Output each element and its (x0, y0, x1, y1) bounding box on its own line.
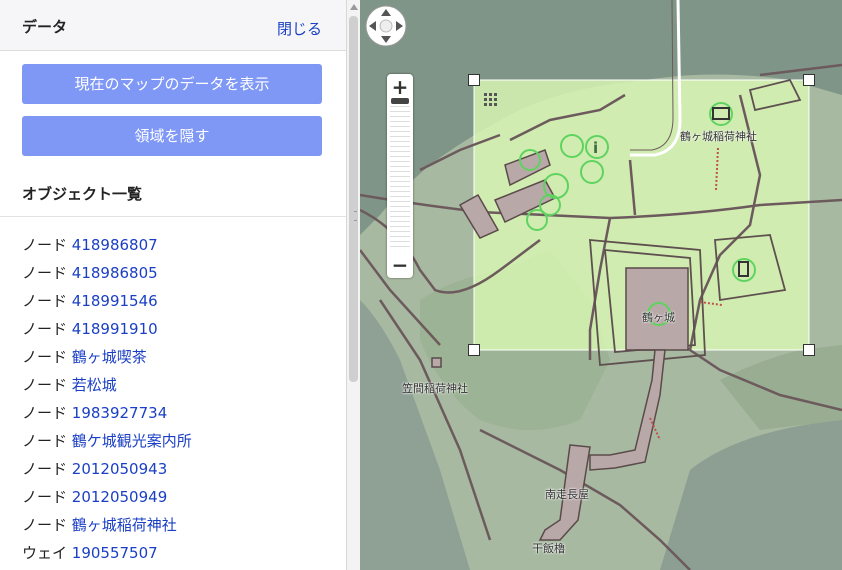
object-type: ノード (22, 404, 68, 422)
zoom-control: + − (387, 74, 413, 278)
selection-handle-top-right[interactable] (803, 74, 815, 86)
object-type: ウェイ (22, 544, 68, 562)
sidebar-scrollbar[interactable] (346, 0, 361, 570)
object-type: ノード (22, 488, 68, 506)
selection-handle-bottom-left[interactable] (468, 344, 480, 356)
list-item: ノード 鶴ヶ城喫茶 (22, 346, 192, 374)
object-link[interactable]: 418986805 (72, 264, 158, 282)
list-item: ノード 418986807 (22, 234, 192, 262)
object-type: ノード (22, 460, 68, 478)
zoom-in-button[interactable]: + (387, 74, 413, 100)
close-link[interactable]: 閉じる (277, 18, 322, 39)
list-item: ウェイ 190557507 (22, 542, 192, 570)
map-label-shrine: 鶴ヶ城稲荷神社 (680, 130, 757, 143)
objects-heading: オブジェクト一覧 (22, 185, 143, 203)
grid-icon (484, 93, 497, 106)
object-link[interactable]: 若松城 (72, 376, 117, 394)
object-type: ノード (22, 432, 68, 450)
map-label-bridge: 干飯櫓 (532, 542, 565, 555)
object-type: ノード (22, 236, 68, 254)
object-type: ノード (22, 376, 68, 394)
object-link[interactable]: 鶴ヶ城喫茶 (72, 348, 147, 366)
list-item: ノード 若松城 (22, 374, 192, 402)
zoom-out-button[interactable]: − (387, 252, 413, 278)
object-type: ノード (22, 292, 68, 310)
list-item: ノード 2012050943 (22, 458, 192, 486)
list-item: ノード 418991546 (22, 290, 192, 318)
object-link[interactable]: 418991910 (72, 320, 158, 338)
object-type: ノード (22, 264, 68, 282)
map-view[interactable]: i 鶴ヶ城稲荷神社 鶴ヶ城 笠間稲荷神社 南走長屋 干飯櫓 + − (360, 0, 842, 570)
object-link[interactable]: 418991546 (72, 292, 158, 310)
building (431, 357, 442, 368)
data-sidebar: データ 閉じる 現在のマップのデータを表示 領域を隠す オブジェクト一覧 ノード… (0, 0, 347, 570)
object-list: ノード 418986807 ノード 418986805 ノード 41899154… (22, 234, 192, 570)
sidebar-header: データ 閉じる (0, 0, 346, 51)
list-item: ノード 鶴ケ城観光案内所 (22, 430, 192, 458)
object-link[interactable]: 190557507 (72, 544, 158, 562)
object-link[interactable]: 418986807 (72, 236, 158, 254)
list-item: ノード 1983927734 (22, 402, 192, 430)
object-link[interactable]: 鶴ヶ城稲荷神社 (72, 516, 177, 534)
pan-control-center (379, 19, 393, 33)
show-map-data-button[interactable]: 現在のマップのデータを表示 (22, 64, 322, 104)
pan-control[interactable] (360, 0, 412, 52)
object-type: ノード (22, 320, 68, 338)
map-label-nagaya: 南走長屋 (545, 488, 589, 501)
map-label-inari: 笠間稲荷神社 (402, 382, 468, 395)
selection-handle-top-left[interactable] (468, 74, 480, 86)
grip-icon (354, 211, 357, 221)
object-link[interactable]: 鶴ケ城観光案内所 (72, 432, 192, 450)
scroll-up-arrow-icon[interactable] (350, 4, 358, 10)
zoom-slider-track[interactable] (390, 102, 410, 250)
object-type: ノード (22, 348, 68, 366)
object-link[interactable]: 2012050943 (72, 460, 167, 478)
list-item: ノード 鶴ヶ城稲荷神社 (22, 514, 192, 542)
zoom-slider-handle[interactable] (391, 98, 409, 104)
selection-handle-bottom-right[interactable] (803, 344, 815, 356)
map-canvas[interactable]: i (360, 0, 842, 570)
list-item: ノード 418986805 (22, 262, 192, 290)
divider (0, 216, 346, 217)
list-item: ノード 418991910 (22, 318, 192, 346)
object-type: ノード (22, 516, 68, 534)
info-icon: i (593, 139, 598, 157)
object-link[interactable]: 2012050949 (72, 488, 167, 506)
scroll-thumb[interactable] (349, 16, 358, 382)
hide-area-button[interactable]: 領域を隠す (22, 116, 322, 156)
sidebar-title: データ (22, 18, 68, 36)
object-link[interactable]: 1983927734 (72, 404, 167, 422)
list-item: ノード 2012050949 (22, 486, 192, 514)
map-label-castle: 鶴ヶ城 (642, 311, 675, 324)
